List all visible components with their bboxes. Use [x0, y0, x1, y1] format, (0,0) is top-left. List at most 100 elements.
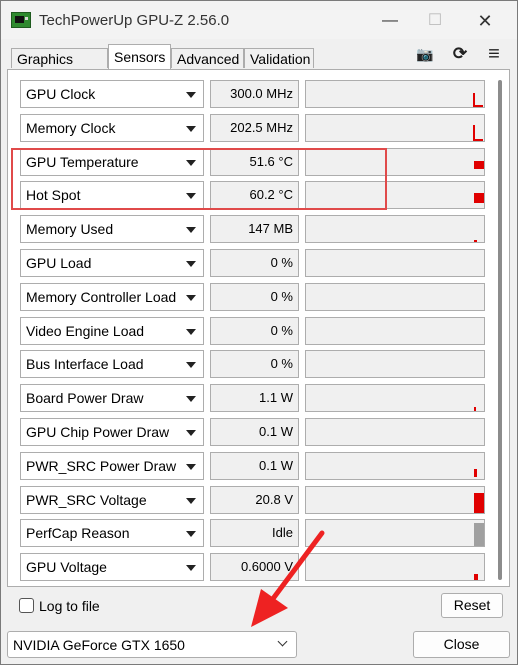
sensor-graph: [305, 282, 485, 311]
sensor-name: Bus Interface Load: [26, 356, 144, 373]
sensor-row: PerfCap Reason Idle: [18, 519, 493, 549]
graph-trace: [475, 105, 483, 107]
sensor-value: 0 %: [210, 282, 299, 311]
close-window-button[interactable]: ✕: [469, 9, 501, 33]
sensor-value: 147 MB: [210, 215, 299, 244]
sensor-row: GPU Clock 300.0 MHz: [18, 80, 493, 110]
dropdown-arrow-icon: [186, 463, 196, 470]
dropdown-arrow-icon: [186, 497, 196, 504]
dropdown-arrow-icon: [186, 227, 196, 234]
sensor-value: 1.1 W: [210, 384, 299, 413]
menu-icon[interactable]: ≡: [484, 44, 504, 64]
dropdown-arrow-icon: [186, 565, 196, 572]
sensor-select[interactable]: GPU Load: [20, 249, 204, 277]
gpu-selector[interactable]: NVIDIA GeForce GTX 1650: [7, 631, 297, 658]
sensors-panel: GPU Clock 300.0 MHz Memory Clock 202.5 MHz G…: [7, 69, 510, 587]
graph-trace: [474, 240, 477, 243]
tab-bar: Graphics Card Sensors Advanced Validatio…: [1, 39, 517, 87]
sensor-row: Memory Controller Load 0 %: [18, 282, 493, 313]
sensor-value: 0 %: [210, 350, 299, 379]
sensor-graph: [305, 451, 485, 480]
gpuz-app-icon: [11, 12, 31, 28]
sensor-value: 0.1 W: [210, 418, 299, 446]
sensor-graph: [305, 316, 485, 345]
maximize-button[interactable]: ☐: [419, 9, 451, 33]
graph-trace: [474, 160, 484, 169]
sensor-graph: [305, 553, 485, 582]
sensor-value: 202.5 MHz: [210, 113, 299, 142]
sensor-row: Video Engine Load 0 %: [18, 316, 493, 347]
dropdown-arrow-icon: [186, 125, 196, 132]
graph-trace: [475, 138, 483, 141]
sensor-select[interactable]: Board Power Draw: [20, 384, 204, 413]
dropdown-arrow-icon: [186, 328, 196, 335]
vertical-scrollbar[interactable]: [498, 80, 502, 580]
tab-sensors[interactable]: Sensors: [108, 44, 171, 69]
graph-trace: [474, 492, 484, 513]
tab-advanced[interactable]: Advanced: [171, 48, 244, 68]
sensor-graph: [305, 485, 485, 514]
sensor-name: Video Engine Load: [26, 322, 145, 339]
title-bar[interactable]: TechPowerUp GPU-Z 2.56.0 — ☐ ✕: [1, 1, 517, 39]
sensor-select[interactable]: Memory Used: [20, 215, 204, 244]
dropdown-arrow-icon: [186, 92, 196, 98]
dropdown-arrow-icon: [186, 294, 196, 301]
sensor-name: PWR_SRC Voltage: [26, 491, 147, 508]
sensor-graph: [305, 215, 485, 244]
sensor-row: Memory Used 147 MB: [18, 215, 493, 245]
sensor-select[interactable]: PWR_SRC Voltage: [20, 485, 204, 514]
sensor-row: Memory Clock 202.5 MHz: [18, 113, 493, 144]
dropdown-arrow-icon: [186, 362, 196, 369]
sensor-row: PWR_SRC Power Draw 0.1 W: [18, 451, 493, 482]
highlight-box: [11, 148, 387, 210]
graph-trace: [474, 407, 476, 412]
sensor-graph: [305, 418, 485, 446]
log-to-file-checkbox[interactable]: [19, 598, 34, 613]
sensor-row: Bus Interface Load 0 %: [18, 350, 493, 380]
sensor-value: 0.1 W: [210, 451, 299, 480]
tab-graphics-card[interactable]: Graphics Card: [11, 48, 108, 87]
sensor-select[interactable]: PerfCap Reason: [20, 519, 204, 548]
log-to-file-label: Log to file: [39, 598, 100, 614]
refresh-icon[interactable]: ⟳: [450, 45, 470, 63]
sensor-graph: [305, 350, 485, 379]
reset-button[interactable]: Reset: [441, 593, 503, 618]
sensor-name: Memory Controller Load: [26, 288, 177, 305]
camera-icon[interactable]: 📷: [415, 45, 435, 63]
graph-trace: [474, 574, 478, 581]
sensor-value: 20.8 V: [210, 485, 299, 514]
sensor-name: GPU Load: [26, 255, 92, 271]
sensor-select[interactable]: GPU Voltage: [20, 553, 204, 582]
sensor-graph: [305, 249, 485, 277]
minimize-button[interactable]: —: [374, 9, 406, 33]
sensor-name: PerfCap Reason: [26, 525, 130, 542]
sensor-select[interactable]: GPU Chip Power Draw: [20, 418, 204, 446]
sensor-name: PWR_SRC Power Draw: [26, 457, 177, 474]
sensor-value: 0.6000 V: [210, 553, 299, 582]
sensor-row: Board Power Draw 1.1 W: [18, 384, 493, 414]
sensor-select[interactable]: GPU Clock: [20, 80, 204, 108]
close-button[interactable]: Close: [413, 631, 510, 658]
sensor-name: GPU Clock: [26, 86, 96, 102]
graph-trace: [474, 193, 484, 204]
graph-trace: [474, 523, 484, 547]
sensor-value: 300.0 MHz: [210, 80, 299, 108]
sensor-select[interactable]: Memory Clock: [20, 113, 204, 142]
sensor-select[interactable]: Memory Controller Load: [20, 282, 204, 311]
gpu-selector-value: NVIDIA GeForce GTX 1650: [13, 637, 185, 653]
sensor-row: GPU Voltage 0.6000 V: [18, 553, 493, 583]
sensor-name: Memory Used: [26, 221, 114, 238]
sensor-value: 0 %: [210, 249, 299, 277]
chevron-down-icon: [277, 636, 288, 647]
tab-validation[interactable]: Validation: [244, 48, 314, 68]
sensor-graph: [305, 80, 485, 108]
dropdown-arrow-icon: [186, 396, 196, 403]
sensor-value: 0 %: [210, 316, 299, 345]
sensor-select[interactable]: Bus Interface Load: [20, 350, 204, 379]
sensor-select[interactable]: Video Engine Load: [20, 316, 204, 345]
sensor-graph: [305, 384, 485, 413]
sensor-row: GPU Chip Power Draw 0.1 W: [18, 418, 493, 448]
sensor-select[interactable]: PWR_SRC Power Draw: [20, 451, 204, 480]
sensor-name: Board Power Draw: [26, 390, 144, 407]
sensor-name: GPU Chip Power Draw: [26, 424, 170, 440]
